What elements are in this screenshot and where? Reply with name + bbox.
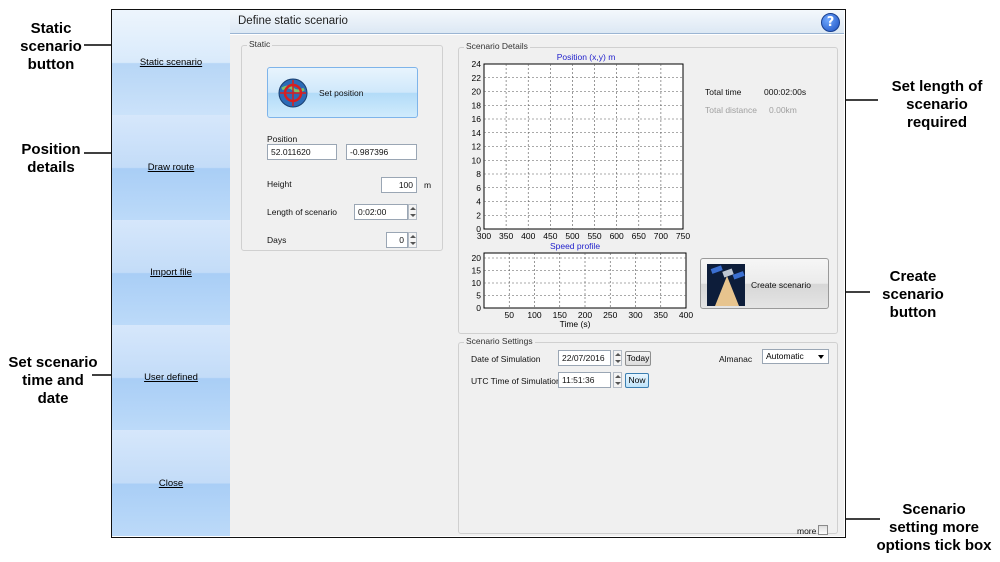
callout-length: Set length of scenario required bbox=[891, 78, 983, 131]
today-button[interactable]: Today bbox=[625, 351, 651, 366]
position-chart-y-tick: 20 bbox=[472, 87, 482, 97]
speed-chart-x-tick: 150 bbox=[553, 310, 567, 320]
set-position-label: Set position bbox=[319, 88, 364, 98]
window-title: Define static scenario bbox=[238, 15, 348, 27]
length-spinner[interactable] bbox=[408, 204, 417, 220]
almanac-label: Almanac bbox=[719, 354, 753, 364]
days-label: Days bbox=[267, 235, 287, 245]
speed-chart-y-tick: 20 bbox=[472, 253, 482, 263]
days-field[interactable]: 0 bbox=[386, 232, 408, 248]
scenario-settings-group: Scenario Settings Date of Simulation 22/… bbox=[458, 336, 838, 536]
position-chart-y-tick: 22 bbox=[472, 73, 482, 83]
date-field[interactable]: 22/07/2016 bbox=[558, 350, 611, 366]
callout-static-button: Static scenario button bbox=[20, 20, 82, 73]
height-field[interactable]: 100 bbox=[381, 177, 417, 193]
position-chart-x-tick: 550 bbox=[587, 231, 601, 240]
help-icon[interactable]: ? bbox=[821, 13, 840, 32]
now-button[interactable]: Now bbox=[625, 373, 649, 388]
set-position-button[interactable]: Set position bbox=[267, 67, 418, 118]
sidebar-item-import-file[interactable]: Import file bbox=[112, 220, 230, 325]
position-chart-x-tick: 600 bbox=[610, 231, 624, 240]
position-chart-y-tick: 18 bbox=[472, 100, 482, 110]
length-field[interactable]: 0:02:00 bbox=[354, 204, 408, 220]
speed-chart-x-tick: 400 bbox=[679, 310, 693, 320]
scenario-settings-label: Scenario Settings bbox=[464, 336, 535, 346]
callout-position-details: Position details bbox=[21, 141, 81, 176]
position-chart-y-tick: 6 bbox=[476, 183, 481, 193]
position-chart-y-tick: 14 bbox=[472, 128, 482, 138]
position-chart-x-tick: 400 bbox=[521, 231, 535, 240]
static-group-label: Static bbox=[247, 39, 273, 49]
height-unit: m bbox=[424, 180, 432, 190]
speed-chart-x-tick: 300 bbox=[628, 310, 642, 320]
position-chart-y-tick: 10 bbox=[472, 155, 482, 165]
length-label: Length of scenario bbox=[267, 207, 337, 217]
speed-chart-y-tick: 0 bbox=[476, 303, 481, 313]
speed-chart: Speed profile Time (s) 50 100 150 200 250 300… bbox=[472, 241, 694, 329]
position-chart-y-tick: 2 bbox=[476, 210, 481, 220]
longitude-field[interactable]: -0.987396 bbox=[346, 144, 417, 160]
date-label: Date of Simulation bbox=[471, 354, 541, 364]
sidebar: Static scenario Draw route Import file U… bbox=[112, 10, 230, 536]
static-group: Static Set position Position 52.011620 -… bbox=[241, 39, 443, 251]
speed-chart-x-tick: 350 bbox=[654, 310, 668, 320]
position-chart-x-tick: 500 bbox=[565, 231, 579, 240]
position-chart-y-tick: 16 bbox=[472, 114, 482, 124]
position-chart-y-tick: 4 bbox=[476, 197, 481, 207]
position-label: Position bbox=[267, 134, 298, 144]
position-chart-x-tick: 750 bbox=[676, 231, 690, 240]
sidebar-item-draw-route[interactable]: Draw route bbox=[112, 115, 230, 220]
speed-chart-x-tick: 50 bbox=[505, 310, 515, 320]
window-titlebar: Define static scenario ? bbox=[230, 10, 844, 34]
more-checkbox[interactable] bbox=[818, 525, 828, 535]
almanac-select[interactable]: Automatic bbox=[762, 349, 829, 364]
position-chart-y-tick: 24 bbox=[472, 59, 482, 69]
callout-time-date: Set scenario time and date bbox=[8, 354, 98, 407]
satellite-icon bbox=[707, 264, 745, 306]
speed-chart-x-tick: 250 bbox=[603, 310, 617, 320]
speed-chart-xlabel: Time (s) bbox=[560, 319, 591, 329]
sidebar-item-user-defined[interactable]: User defined bbox=[112, 325, 230, 430]
latitude-field[interactable]: 52.011620 bbox=[267, 144, 337, 160]
position-chart-x-tick: 650 bbox=[632, 231, 646, 240]
total-distance-value: 0.00km bbox=[769, 105, 797, 115]
total-distance-label: Total distance bbox=[705, 105, 757, 115]
date-spinner[interactable] bbox=[613, 350, 622, 366]
total-time-label: Total time bbox=[705, 87, 742, 97]
days-spinner[interactable] bbox=[408, 232, 417, 248]
scenario-details-group: Scenario Details Position (x,y) m 300 350… bbox=[458, 41, 838, 334]
position-chart-x-tick: 450 bbox=[543, 231, 557, 240]
utc-spinner[interactable] bbox=[613, 372, 622, 388]
callout-create: Create scenario button bbox=[882, 268, 944, 321]
position-chart-y-tick: 8 bbox=[476, 169, 481, 179]
more-label: more bbox=[797, 526, 817, 536]
speed-chart-x-tick: 100 bbox=[527, 310, 541, 320]
create-scenario-label: Create scenario bbox=[751, 280, 812, 290]
create-scenario-button[interactable]: Create scenario bbox=[700, 258, 829, 309]
position-chart-y-tick: 12 bbox=[472, 142, 482, 152]
speed-chart-y-tick: 15 bbox=[472, 266, 482, 276]
sidebar-item-static-scenario[interactable]: Static scenario bbox=[112, 10, 230, 115]
total-time-value: 000:02:00s bbox=[764, 87, 807, 97]
position-chart-x-tick: 700 bbox=[654, 231, 668, 240]
speed-chart-title: Speed profile bbox=[550, 241, 600, 251]
speed-chart-x-tick: 200 bbox=[578, 310, 592, 320]
position-chart: Position (x,y) m 300 350 400 450 500 550 600 65… bbox=[472, 52, 691, 240]
height-label: Height bbox=[267, 179, 292, 189]
speed-chart-y-tick: 10 bbox=[472, 278, 482, 288]
position-chart-y-tick: 0 bbox=[476, 224, 481, 234]
utc-label: UTC Time of Simulation bbox=[471, 376, 561, 386]
sidebar-item-close[interactable]: Close bbox=[112, 430, 230, 536]
callout-more: Scenario setting more options tick box bbox=[876, 501, 992, 554]
globe-target-icon bbox=[278, 78, 308, 108]
speed-chart-y-tick: 5 bbox=[476, 291, 481, 301]
app-window: Static scenario Draw route Import file U… bbox=[111, 9, 846, 538]
position-chart-title: Position (x,y) m bbox=[557, 52, 616, 62]
position-chart-x-tick: 350 bbox=[499, 231, 513, 240]
utc-field[interactable]: 11:51:36 bbox=[558, 372, 611, 388]
content-area: Static Set position Position 52.011620 -… bbox=[230, 35, 844, 536]
